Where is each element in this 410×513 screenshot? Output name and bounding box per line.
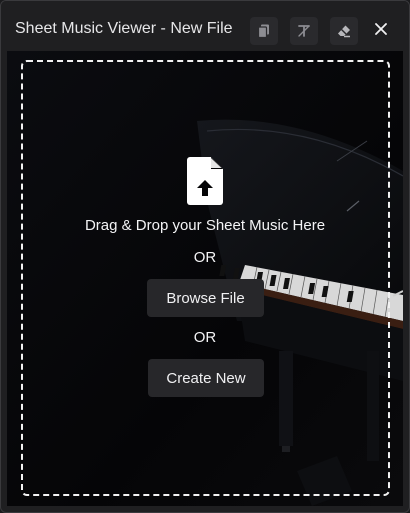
browse-file-button[interactable]: Browse File: [147, 279, 264, 317]
copy-button[interactable]: [250, 17, 278, 45]
file-upload-icon: [187, 157, 223, 210]
copy-icon: [256, 23, 272, 39]
close-button[interactable]: [367, 17, 395, 45]
drop-area-panel: Drag & Drop your Sheet Music Here OR Bro…: [7, 51, 403, 506]
drop-instruction-text: Drag & Drop your Sheet Music Here: [84, 217, 326, 234]
or-separator-2: OR: [193, 329, 217, 346]
window-title: Sheet Music Viewer - New File: [15, 20, 233, 37]
sheet-music-viewer-window: Sheet Music Viewer - New File Drag & Dro…: [0, 0, 410, 513]
create-new-button[interactable]: Create New: [148, 359, 264, 397]
clear-formatting-button[interactable]: [290, 17, 318, 45]
clear-formatting-icon: [296, 23, 312, 39]
title-bar: Sheet Music Viewer - New File: [1, 1, 409, 57]
eraser-icon: [336, 23, 352, 39]
close-icon: [374, 22, 388, 41]
eraser-button[interactable]: [330, 17, 358, 45]
or-separator-1: OR: [193, 249, 217, 266]
drop-zone[interactable]: [21, 60, 390, 496]
